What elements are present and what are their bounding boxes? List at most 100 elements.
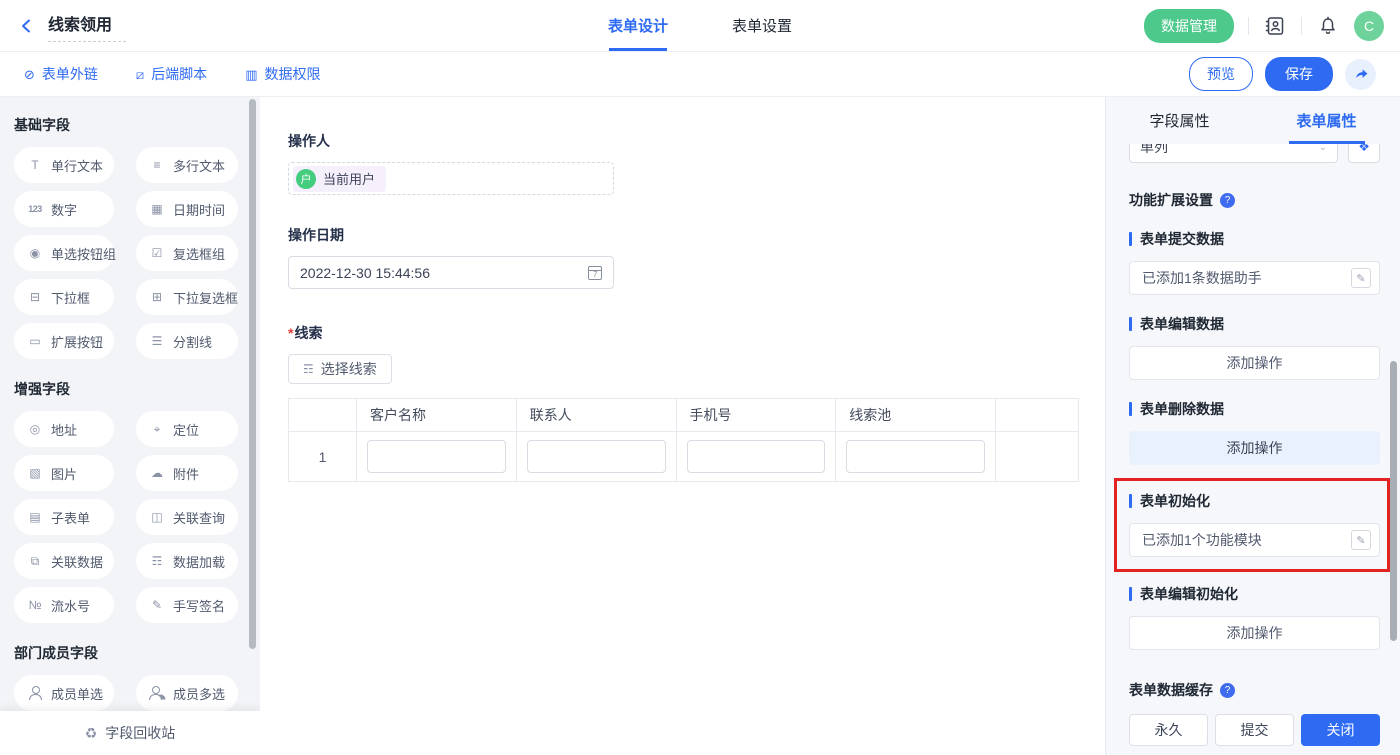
help-icon[interactable]: ? (1220, 683, 1235, 698)
field-member-multi[interactable]: 成员多选 (136, 675, 238, 711)
edit-init-section-title: 表单编辑初始化 (1129, 584, 1380, 604)
submit-data-value-box[interactable]: 已添加1条数据助手 ✎ (1129, 261, 1380, 295)
tab-form-properties[interactable]: 表单属性 (1253, 97, 1400, 144)
field-signature[interactable]: ✎手写签名 (136, 587, 238, 623)
field-address[interactable]: ◎ 地址 (14, 411, 114, 447)
field-attachment[interactable]: ☁附件 (136, 455, 238, 491)
radio-group-icon: ◉ (27, 247, 43, 259)
select-clue-button[interactable]: ☶ 选择线索 (288, 354, 392, 384)
cache-option-closed[interactable]: 关闭 (1301, 714, 1380, 746)
edit-data-add-button[interactable]: 添加操作 (1129, 346, 1380, 380)
field-label: 日期时间 (173, 200, 225, 219)
field-single-line-text[interactable]: T单行文本 (14, 147, 114, 183)
field-label: 地址 (51, 420, 77, 439)
field-serial-number[interactable]: №流水号 (14, 587, 114, 623)
contact-cell (516, 432, 676, 482)
operation-date-field[interactable]: 操作日期 2022-12-30 15:44:56 (288, 225, 1081, 289)
user-avatar[interactable]: C (1354, 11, 1384, 41)
edit-icon[interactable]: ✎ (1351, 268, 1371, 288)
multi-line-text-icon: ≡ (149, 159, 165, 171)
panel-action-icon: ❖ (1358, 144, 1370, 155)
data-permission-link[interactable]: ▥ 数据权限 (245, 64, 320, 84)
customer-name-input[interactable] (367, 440, 506, 473)
field-subform[interactable]: ▤子表单 (14, 499, 114, 535)
field-label: 成员多选 (173, 684, 225, 703)
data-manage-button[interactable]: 数据管理 (1144, 9, 1234, 43)
link-icon: ⊘ (24, 68, 35, 81)
field-label: 子表单 (51, 508, 90, 527)
image-icon: ▧ (27, 467, 43, 479)
cache-options: 永久 提交 关闭 (1129, 714, 1380, 746)
field-datetime[interactable]: ▦日期时间 (136, 191, 238, 227)
tab-form-design[interactable]: 表单设计 (608, 0, 668, 51)
field-recycle-bin[interactable]: ♻ 字段回收站 (0, 711, 260, 755)
edit-data-section-title: 表单编辑数据 (1129, 314, 1380, 334)
field-linked-data[interactable]: ⧉关联数据 (14, 543, 114, 579)
phone-input[interactable] (687, 440, 826, 473)
field-multi-line-text[interactable]: ≡多行文本 (136, 147, 238, 183)
field-multi-dropdown[interactable]: ⊞下拉复选框 (136, 279, 238, 315)
form-external-link[interactable]: ⊘ 表单外链 (24, 64, 98, 84)
field-number[interactable]: 123数字 (14, 191, 114, 227)
calendar-icon[interactable] (588, 266, 602, 280)
address-icon: ◎ (27, 423, 43, 435)
back-button[interactable] (16, 15, 38, 37)
recycle-icon: ♻ (85, 726, 98, 740)
clue-field[interactable]: *线索 ☶ 选择线索 客户名称 联系人 手机号 线索池 1 (288, 323, 1081, 482)
chevron-left-icon (19, 18, 35, 34)
cache-option-submit[interactable]: 提交 (1215, 714, 1294, 746)
table-index-header (289, 399, 357, 432)
edit-icon[interactable]: ✎ (1351, 530, 1371, 550)
page-title[interactable]: 线索领用 (48, 9, 126, 42)
contact-input[interactable] (527, 440, 666, 473)
field-data-load[interactable]: ☶数据加载 (136, 543, 238, 579)
cache-option-permanent[interactable]: 永久 (1129, 714, 1208, 746)
linked-data-icon: ⧉ (27, 555, 43, 567)
cache-title: 表单数据缓存 (1129, 680, 1213, 700)
panel-scrollbar[interactable] (1390, 361, 1397, 641)
clue-pool-input[interactable] (846, 440, 985, 473)
edit-init-add-button[interactable]: 添加操作 (1129, 616, 1380, 650)
save-button[interactable]: 保存 (1265, 57, 1333, 91)
current-user-chip[interactable]: 户 当前用户 (293, 166, 386, 192)
field-label: 单选按钮组 (51, 244, 116, 263)
field-location[interactable]: ⌖定位 (136, 411, 238, 447)
backend-script-link[interactable]: ⧄ 后端脚本 (136, 64, 207, 84)
sidebar-scrollbar[interactable] (249, 99, 256, 649)
field-palette-sidebar: 基础字段 T单行文本 ≡多行文本 123数字 ▦日期时间 ◉单选按钮组 ☑复选框… (0, 97, 260, 755)
field-label: 关联查询 (173, 508, 225, 527)
contact-book-icon[interactable] (1263, 14, 1287, 38)
header-tabs: 表单设计 表单设置 (608, 0, 792, 51)
tab-field-properties[interactable]: 字段属性 (1106, 97, 1253, 144)
form-toolbar: ⊘ 表单外链 ⧄ 后端脚本 ▥ 数据权限 预览 保存 (0, 52, 1400, 97)
field-dropdown[interactable]: ⊟下拉框 (14, 279, 114, 315)
enhanced-fields-grid: ◎ 地址 ⌖定位 ▧图片 ☁附件 ▤子表单 ◫关联查询 ⧉关联数据 ☶数据加载 №… (14, 411, 260, 623)
field-linked-query[interactable]: ◫关联查询 (136, 499, 238, 535)
share-button[interactable] (1345, 59, 1376, 90)
form-init-value-box[interactable]: 已添加1个功能模块 ✎ (1129, 523, 1380, 557)
operation-date-input[interactable]: 2022-12-30 15:44:56 (288, 256, 614, 289)
field-radio-group[interactable]: ◉ 单选按钮组 (14, 235, 114, 271)
panel-action-button[interactable]: ❖ (1348, 144, 1380, 163)
layout-select[interactable]: 单列 ⌄ (1129, 144, 1338, 163)
field-checkbox-group[interactable]: ☑复选框组 (136, 235, 238, 271)
chevron-down-icon: ⌄ (1319, 144, 1327, 153)
field-extend-button[interactable]: ▭扩展按钮 (14, 323, 114, 359)
tab-form-settings[interactable]: 表单设置 (732, 0, 792, 51)
help-icon[interactable]: ? (1220, 193, 1235, 208)
operator-field[interactable]: 操作人 户 当前用户 (288, 131, 1081, 195)
field-label: 附件 (173, 464, 199, 483)
column-clue-pool: 线索池 (836, 399, 996, 432)
preview-button[interactable]: 预览 (1189, 57, 1253, 91)
notification-bell-icon[interactable] (1316, 14, 1340, 38)
row-index-cell: 1 (289, 432, 357, 482)
table-extra-column (996, 399, 1079, 432)
operator-field-box[interactable]: 户 当前用户 (288, 162, 614, 195)
app-window: 线索领用 表单设计 表单设置 数据管理 (0, 0, 1400, 755)
field-member-single[interactable]: 成员单选 (14, 675, 114, 711)
recycle-bin-label: 字段回收站 (105, 723, 175, 743)
field-image[interactable]: ▧图片 (14, 455, 114, 491)
share-arrow-icon (1353, 66, 1369, 82)
delete-data-add-button[interactable]: 添加操作 (1129, 431, 1380, 465)
field-divider-line[interactable]: ☰分割线 (136, 323, 238, 359)
